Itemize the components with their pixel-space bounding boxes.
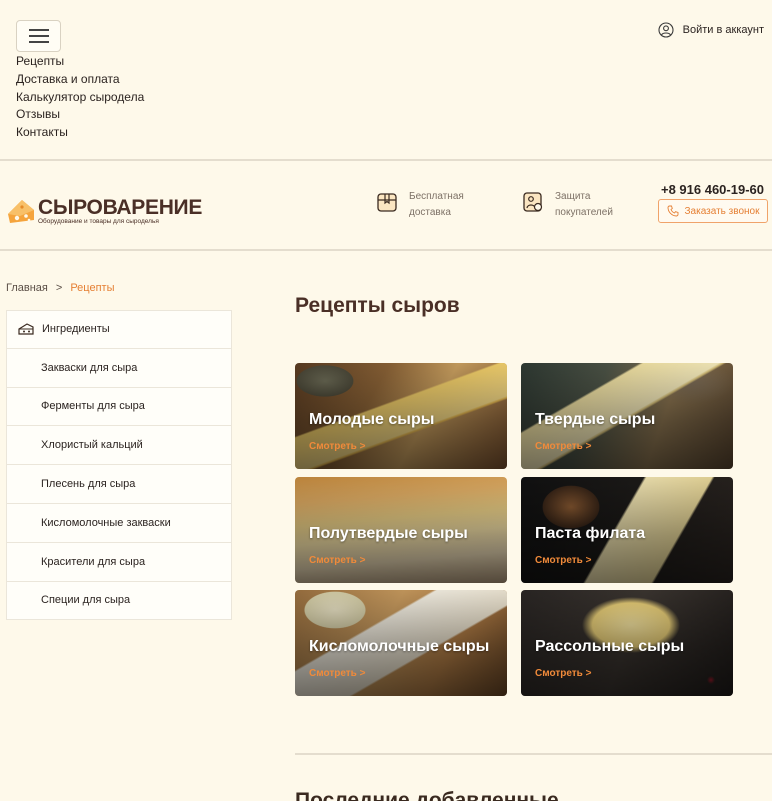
menu-button[interactable] — [16, 20, 61, 52]
category-card-semi-hard-cheese[interactable]: Полутвердые сыры Смотреть > — [295, 477, 507, 583]
sidebar: Ингредиенты Закваски для сыра Ферменты д… — [6, 310, 232, 621]
card-link[interactable]: Смотреть > — [535, 555, 591, 566]
nav-item-recipes[interactable]: Рецепты — [16, 53, 144, 71]
card-title: Кисломолочные сыры — [309, 638, 490, 655]
category-card-brine-cheese[interactable]: Рассольные сыры Смотреть > — [521, 590, 733, 696]
latest-section-title: Последние добавленные — [295, 789, 559, 801]
sidebar-item-sour-milk-starters[interactable]: Кисломолочные закваски — [6, 503, 232, 543]
feature-line: Защита — [555, 191, 591, 202]
card-link[interactable]: Смотреть > — [309, 555, 365, 566]
feature-free-delivery: Бесплатная доставка — [376, 189, 464, 221]
nav-item-calculator[interactable]: Калькулятор сыродела — [16, 89, 144, 107]
card-title: Рассольные сыры — [535, 638, 685, 655]
feature-buyer-protection: Защита покупателей — [522, 189, 613, 221]
brand-tagline: Оборудование и товары для сыроделья — [38, 217, 159, 225]
breadcrumb-home[interactable]: Главная — [6, 282, 48, 294]
breadcrumb-separator: > — [55, 282, 63, 294]
breadcrumb: Главная > Рецепты — [6, 282, 114, 294]
breadcrumb-current: Рецепты — [70, 282, 115, 294]
callback-label: Заказать звонок — [684, 205, 760, 217]
sidebar-heading-label: Ингредиенты — [42, 323, 110, 336]
phone-icon — [667, 205, 678, 217]
sidebar-heading-ingredients[interactable]: Ингредиенты — [6, 310, 232, 349]
brand-name: СЫРОВАРЕНИЕ — [38, 195, 203, 219]
login-label: Войти в аккаунт — [682, 24, 764, 36]
cheese-logo-icon — [8, 200, 34, 223]
login-link[interactable]: Войти в аккаунт — [658, 22, 764, 38]
card-link[interactable]: Смотреть > — [535, 441, 591, 452]
cheese-icon — [18, 323, 34, 335]
feature-line: покупателей — [555, 207, 613, 218]
shield-badge-icon — [523, 192, 543, 212]
card-title: Полутвердые сыры — [309, 525, 468, 542]
card-link[interactable]: Смотреть > — [309, 668, 365, 679]
card-link[interactable]: Смотреть > — [535, 668, 591, 679]
sidebar-item-calcium-chloride[interactable]: Хлористый кальций — [6, 426, 232, 466]
divider — [295, 753, 772, 755]
callback-button[interactable]: Заказать звонок — [658, 199, 768, 223]
nav-item-delivery[interactable]: Доставка и оплата — [16, 71, 144, 89]
card-title: Твердые сыры — [535, 411, 656, 428]
card-title: Паста филата — [535, 525, 646, 542]
feature-line: Бесплатная — [409, 191, 464, 202]
hamburger-icon — [29, 29, 49, 31]
nav-item-reviews[interactable]: Отзывы — [16, 106, 144, 124]
card-link[interactable]: Смотреть > — [309, 441, 365, 452]
top-nav: Рецепты Доставка и оплата Калькулятор сы… — [16, 53, 144, 142]
card-title: Молодые сыры — [309, 411, 435, 428]
category-card-hard-cheese[interactable]: Твердые сыры Смотреть > — [521, 363, 733, 469]
sidebar-item-enzymes[interactable]: Ферменты для сыра — [6, 387, 232, 427]
page-title: Рецепты сыров — [295, 294, 460, 317]
box-icon — [377, 193, 397, 212]
sidebar-item-colorants[interactable]: Красители для сыра — [6, 542, 232, 582]
sidebar-item-mold[interactable]: Плесень для сыра — [6, 465, 232, 504]
phone-number[interactable]: +8 916 460-19-60 — [661, 182, 764, 197]
category-card-sour-milk-cheese[interactable]: Кисломолочные сыры Смотреть > — [295, 590, 507, 696]
divider — [0, 159, 772, 161]
sidebar-item-spices[interactable]: Специи для сыра — [6, 581, 232, 621]
category-card-pasta-filata[interactable]: Паста филата Смотреть > — [521, 477, 733, 583]
sidebar-item-starters[interactable]: Закваски для сыра — [6, 348, 232, 388]
nav-item-contacts[interactable]: Контакты — [16, 124, 144, 142]
user-icon — [658, 22, 674, 38]
divider — [0, 249, 772, 251]
category-card-young-cheese[interactable]: Молодые сыры Смотреть > — [295, 363, 507, 469]
site-logo[interactable]: СЫРОВАРЕНИЕ Оборудование и товары для сы… — [6, 196, 202, 226]
feature-line: доставка — [409, 207, 451, 218]
